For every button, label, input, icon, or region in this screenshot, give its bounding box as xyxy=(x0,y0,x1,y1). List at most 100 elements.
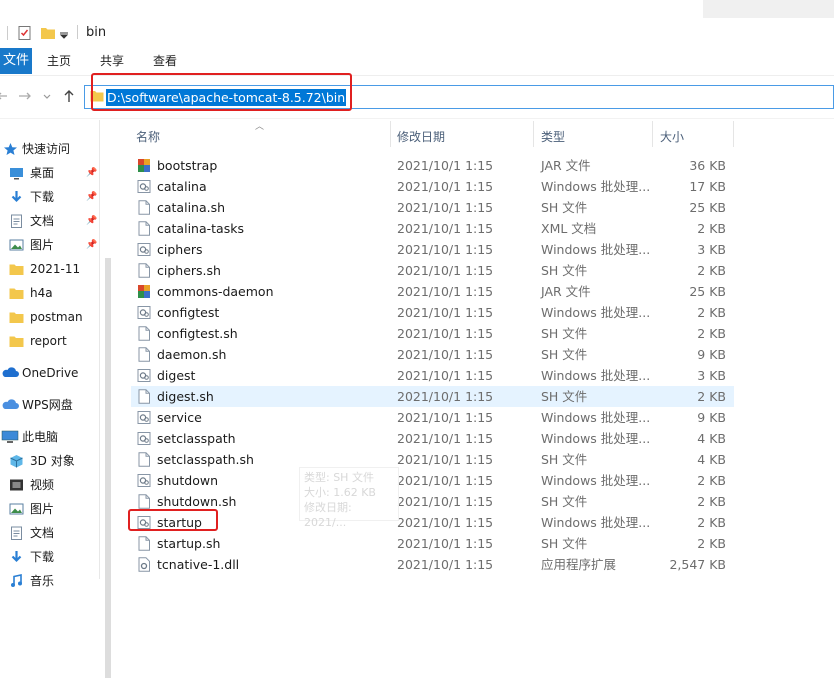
file-type: Windows 批处理... xyxy=(541,410,651,425)
batch-file-icon xyxy=(137,411,151,424)
tooltip-line: 修改日期: 2021/... xyxy=(304,501,352,529)
file-size: 2 KB xyxy=(697,305,726,320)
nav-label: 下载 xyxy=(30,550,55,564)
file-name: catalina.sh xyxy=(157,200,226,215)
recent-locations-icon[interactable] xyxy=(43,94,51,100)
file-date: 2021/10/1 1:15 xyxy=(397,158,494,173)
file-row[interactable]: tcnative-1.dll 2021/10/1 1:15 应用程序扩展 2,547 … xyxy=(131,554,734,575)
column-divider[interactable] xyxy=(733,121,734,147)
file-tab[interactable]: 文件 xyxy=(0,48,32,74)
file-row[interactable]: shutdown.sh 2021/10/1 1:15 SH 文件 2 KB xyxy=(131,491,734,512)
file-row[interactable]: digest 2021/10/1 1:15 Windows 批处理... 3 KB xyxy=(131,365,734,386)
nav-label: 图片 xyxy=(30,238,55,252)
column-divider[interactable] xyxy=(652,121,653,147)
file-size: 4 KB xyxy=(697,452,726,467)
file-size: 2 KB xyxy=(697,389,726,404)
nav-scrollbar-thumb[interactable] xyxy=(105,258,111,678)
file-date: 2021/10/1 1:15 xyxy=(397,368,494,383)
file-row[interactable]: startup.sh 2021/10/1 1:15 SH 文件 2 KB xyxy=(131,533,734,554)
file-icon xyxy=(138,452,150,467)
column-date[interactable]: 修改日期 xyxy=(397,128,445,145)
batch-file-icon xyxy=(137,474,151,487)
file-size: 3 KB xyxy=(697,242,726,257)
file-name: setclasspath xyxy=(157,431,236,446)
file-row[interactable]: ciphers 2021/10/1 1:15 Windows 批处理... 3 KB xyxy=(131,239,734,260)
tab-home[interactable]: 主页 xyxy=(47,48,71,74)
file-icon xyxy=(138,536,150,551)
folder-icon xyxy=(9,312,24,323)
pin-icon[interactable]: 📌 xyxy=(86,186,97,208)
file-name: setclasspath.sh xyxy=(157,452,254,467)
computer-icon xyxy=(1,430,19,443)
nav-label: 图片 xyxy=(30,502,55,516)
properties-icon[interactable] xyxy=(17,25,33,41)
pin-icon[interactable]: 📌 xyxy=(86,234,97,256)
file-row[interactable]: configtest.sh 2021/10/1 1:15 SH 文件 2 KB xyxy=(131,323,734,344)
column-type[interactable]: 类型 xyxy=(541,128,565,145)
jar-file-icon xyxy=(138,285,150,298)
file-type: SH 文件 xyxy=(541,200,588,215)
3d-objects-icon xyxy=(10,455,23,468)
batch-file-icon xyxy=(137,306,151,319)
nav-label: 文档 xyxy=(30,214,55,228)
customize-toolbar-icon[interactable] xyxy=(59,25,69,41)
file-name: daemon.sh xyxy=(157,347,227,362)
file-row[interactable]: commons-daemon 2021/10/1 1:15 JAR 文件 25 KB xyxy=(131,281,734,302)
file-row[interactable]: catalina-tasks 2021/10/1 1:15 XML 文档 2 KB xyxy=(131,218,734,239)
file-row[interactable]: service 2021/10/1 1:15 Windows 批处理... 9 KB xyxy=(131,407,734,428)
tab-view[interactable]: 查看 xyxy=(153,48,177,74)
nav-label: OneDrive xyxy=(22,366,79,380)
file-row[interactable]: setclasspath 2021/10/1 1:15 Windows 批处理...… xyxy=(131,428,734,449)
file-icon xyxy=(138,494,150,509)
file-icon xyxy=(138,200,150,215)
file-date: 2021/10/1 1:15 xyxy=(397,305,494,320)
file-type: JAR 文件 xyxy=(541,158,591,173)
file-size: 2 KB xyxy=(697,494,726,509)
star-icon xyxy=(4,143,17,155)
new-folder-icon[interactable] xyxy=(40,25,56,41)
file-size: 2 KB xyxy=(697,221,726,236)
file-row[interactable]: daemon.sh 2021/10/1 1:15 SH 文件 9 KB xyxy=(131,344,734,365)
file-row[interactable]: catalina 2021/10/1 1:15 Windows 批处理... 17 K… xyxy=(131,176,734,197)
file-type: SH 文件 xyxy=(541,263,588,278)
column-size[interactable]: 大小 xyxy=(660,128,684,145)
file-size: 25 KB xyxy=(689,200,726,215)
batch-file-icon xyxy=(137,369,151,382)
forward-icon[interactable] xyxy=(18,90,32,102)
column-divider[interactable] xyxy=(390,121,391,147)
file-size: 17 KB xyxy=(689,179,726,194)
file-name: catalina-tasks xyxy=(157,221,244,236)
batch-file-icon xyxy=(137,243,151,256)
back-icon[interactable] xyxy=(0,90,8,102)
nav-label: h4a xyxy=(30,286,53,300)
file-row[interactable]: configtest 2021/10/1 1:15 Windows 批处理... 2 … xyxy=(131,302,734,323)
pin-icon[interactable]: 📌 xyxy=(86,162,97,184)
file-row[interactable]: shutdown 2021/10/1 1:15 Windows 批处理... 2 KB xyxy=(131,470,734,491)
nav-label: 下载 xyxy=(30,190,55,204)
column-name[interactable]: 名称 xyxy=(136,128,160,145)
file-date: 2021/10/1 1:15 xyxy=(397,473,494,488)
nav-scrollbar[interactable] xyxy=(101,120,115,678)
file-row[interactable]: catalina.sh 2021/10/1 1:15 SH 文件 25 KB xyxy=(131,197,734,218)
file-date: 2021/10/1 1:15 xyxy=(397,242,494,257)
file-date: 2021/10/1 1:15 xyxy=(397,389,494,404)
file-date: 2021/10/1 1:15 xyxy=(397,347,494,362)
file-row[interactable]: startup 2021/10/1 1:15 Windows 批处理... 2 KB xyxy=(131,512,734,533)
column-divider[interactable] xyxy=(533,121,534,147)
file-date: 2021/10/1 1:15 xyxy=(397,263,494,278)
pin-icon[interactable]: 📌 xyxy=(86,210,97,232)
file-row[interactable]: ciphers.sh 2021/10/1 1:15 SH 文件 2 KB xyxy=(131,260,734,281)
sort-ascending-icon: ︿ xyxy=(255,122,265,132)
file-row[interactable]: bootstrap 2021/10/1 1:15 JAR 文件 36 KB xyxy=(131,155,734,176)
nav-label: 快速访问 xyxy=(22,142,71,156)
up-icon[interactable] xyxy=(62,89,76,103)
file-type: Windows 批处理... xyxy=(541,242,651,257)
document-icon xyxy=(11,214,22,228)
file-row[interactable]: digest.sh 2021/10/1 1:15 SH 文件 2 KB xyxy=(131,386,734,407)
file-size: 2 KB xyxy=(697,473,726,488)
file-size: 2 KB xyxy=(697,536,726,551)
file-row[interactable]: setclasspath.sh 2021/10/1 1:15 SH 文件 4 KB xyxy=(131,449,734,470)
file-size: 4 KB xyxy=(697,431,726,446)
tab-share[interactable]: 共享 xyxy=(100,48,124,74)
title-bar xyxy=(0,0,834,47)
